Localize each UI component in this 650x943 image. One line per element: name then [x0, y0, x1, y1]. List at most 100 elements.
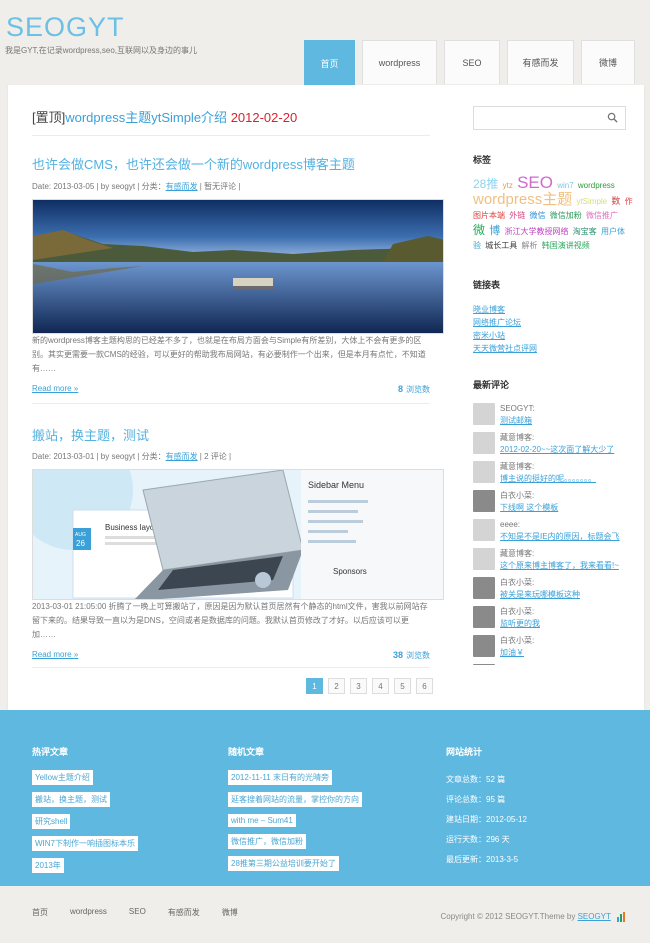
- hot-post-link[interactable]: WIN7下制作一响插图标本乐: [32, 836, 138, 851]
- page-4-button[interactable]: 4: [372, 678, 389, 694]
- footer-nav-home[interactable]: 首页: [32, 907, 48, 918]
- nav-item-home[interactable]: 首页: [304, 40, 355, 86]
- comment-body: eeee: 不知是不是IE内的原因，标题会飞: [500, 519, 620, 548]
- post-excerpt: 新的wordpress博客主题构思的已经差不多了，也就是在布局方面会与Simpl…: [32, 336, 426, 373]
- main-nav: 首页 wordpress SEO 有感而发 微博: [304, 40, 635, 86]
- post-thumbnail[interactable]: AUG 26 Business layout Sidebar Menu Spon…: [32, 469, 444, 600]
- stat-line: 最后更新：2013-3-5: [446, 855, 519, 864]
- site-logo[interactable]: SEOGYT: [6, 12, 125, 43]
- post-thumbnail[interactable]: [32, 199, 444, 334]
- stat-line: 评论总数：95 篇: [446, 795, 506, 804]
- comment-link[interactable]: 下线啊 这个模板: [500, 502, 558, 514]
- tag-link[interactable]: 外链: [509, 211, 525, 220]
- post-category-link[interactable]: 有感而发: [166, 452, 198, 461]
- random-post-link[interactable]: 延客搜着网站的流量，掌控你的方向: [228, 792, 362, 807]
- comment-item: 藏意博客: 2012-02-20~~这次面了解大少了: [473, 432, 633, 461]
- nav-item-weibo[interactable]: 微博: [581, 40, 635, 84]
- tag-link[interactable]: ytz: [503, 181, 513, 190]
- sticky-post[interactable]: [置顶]wordpress主题ytSimple介绍 2012-02-20: [32, 107, 297, 126]
- comment-link[interactable]: 被关是来玩哪模板这种: [500, 589, 580, 601]
- theme-author-link[interactable]: SEOGYT: [578, 912, 611, 921]
- tag-link[interactable]: 微信推广: [586, 211, 618, 220]
- random-post-link[interactable]: 微信推广，微信加粉: [228, 834, 306, 849]
- random-post-link[interactable]: 2012-11-11 末日有的光晴旁: [228, 770, 332, 785]
- page-1-button[interactable]: 1: [306, 678, 323, 694]
- stats-icon[interactable]: [616, 912, 626, 922]
- blogroll-link[interactable]: 天天微营社点评网: [473, 342, 537, 355]
- tag-link[interactable]: 解析: [521, 241, 537, 250]
- tag-link[interactable]: 淘宝客: [573, 227, 597, 236]
- tag-link[interactable]: 韩国演讲视频: [542, 241, 590, 250]
- comment-link[interactable]: 这个原来博主博客了，我来看看!~: [500, 560, 619, 572]
- comment-link[interactable]: 博主说的挺好的呢。。。。。。。: [500, 473, 596, 485]
- sticky-title[interactable]: wordpress主题ytSimple介绍: [65, 110, 227, 125]
- lake-landscape-image: [33, 200, 443, 333]
- comments-title: 最新评论: [473, 380, 510, 390]
- image-sponsors: Sponsors: [333, 567, 367, 576]
- footer-nav: 首页 wordpress SEO 有感而发 微博: [32, 907, 238, 918]
- post-category-link[interactable]: 有感而发: [166, 182, 198, 191]
- footer-nav-wordpress[interactable]: wordpress: [70, 907, 107, 918]
- tag-link[interactable]: win7: [557, 181, 573, 190]
- tag-link[interactable]: wordpress: [578, 181, 615, 190]
- tag-link[interactable]: 数: [611, 196, 620, 206]
- blogroll-link[interactable]: 密米小站: [473, 329, 537, 342]
- comment-link[interactable]: 2012-02-20~~这次面了解大少了: [500, 444, 614, 456]
- comment-item: SEOGYT: 测试邮箱: [473, 403, 633, 432]
- hot-post-link[interactable]: 搬站，换主题，测试: [32, 792, 110, 807]
- hot-post-link[interactable]: Yellow主题介绍: [32, 770, 93, 785]
- search-icon[interactable]: [607, 112, 618, 123]
- hot-post-link[interactable]: 2013年: [32, 858, 64, 873]
- tag-link[interactable]: 微: [473, 223, 485, 237]
- search-box: [473, 106, 626, 130]
- avatar: [473, 577, 495, 599]
- nav-item-seo[interactable]: SEO: [444, 40, 500, 84]
- tag-link[interactable]: 城长工具: [485, 241, 517, 250]
- comment-link[interactable]: 不知是不是IE内的原因，标题会飞: [500, 531, 620, 543]
- site-tagline: 我是GYT,在记录wordpress,seo,互联网以及身边的事儿: [5, 46, 198, 55]
- comment-body: 藏意博客: 这个原来博主博客了，我来看看!~: [500, 548, 619, 577]
- post-comments-link[interactable]: 2 评论: [204, 452, 227, 461]
- nav-item-feelings[interactable]: 有感而发: [507, 40, 574, 84]
- avatar: [473, 432, 495, 454]
- comment-link[interactable]: 加油￥: [500, 647, 534, 659]
- post-title[interactable]: 也许会做CMS，也许还会做一个新的wordpress博客主题: [32, 154, 355, 173]
- random-post-link[interactable]: with me – Sum41: [228, 814, 296, 827]
- comment-link[interactable]: 测试邮箱: [500, 415, 535, 427]
- nav-item-wordpress[interactable]: wordpress: [362, 40, 437, 84]
- tag-link[interactable]: 28推: [473, 177, 498, 191]
- stat-line: 建站日期：2012-05-12: [446, 815, 527, 824]
- comment-link[interactable]: 监听更的我: [500, 618, 540, 630]
- post-comments-link[interactable]: 暂无评论: [204, 182, 236, 191]
- footer-nav-weibo[interactable]: 微博: [222, 907, 238, 918]
- comment-author: 晓业:: [500, 664, 518, 665]
- hot-post-link[interactable]: 研究shell: [32, 814, 71, 829]
- footer-nav-seo[interactable]: SEO: [129, 907, 146, 918]
- site-header: SEOGYT 我是GYT,在记录wordpress,seo,互联网以及身边的事儿…: [0, 0, 650, 86]
- tag-link[interactable]: 微信加粉: [550, 211, 582, 220]
- blogroll-link[interactable]: 晓业博客: [473, 303, 537, 316]
- tag-link[interactable]: 博: [489, 225, 500, 237]
- footer-nav-feelings[interactable]: 有感而发: [168, 907, 200, 918]
- page-3-button[interactable]: 3: [350, 678, 367, 694]
- page-2-button[interactable]: 2: [328, 678, 345, 694]
- read-more-link[interactable]: Read more »: [32, 384, 78, 393]
- random-post-link[interactable]: 28推第三期公益培训要开始了: [228, 856, 339, 871]
- tag-link[interactable]: wordpress主题: [473, 191, 572, 208]
- page-5-button[interactable]: 5: [394, 678, 411, 694]
- post-title[interactable]: 搬站，换主题，测试: [32, 425, 149, 444]
- hot-posts-widget: 热评文章 Yellow主题介绍 搬站，换主题，测试 研究shell WIN7下制…: [32, 745, 138, 880]
- tag-link[interactable]: 浙江大学教授网络: [504, 227, 568, 236]
- tag-link[interactable]: SEO: [517, 173, 553, 192]
- read-more-link[interactable]: Read more »: [32, 650, 78, 659]
- tag-link[interactable]: ytSimple: [576, 197, 607, 206]
- blogroll-link[interactable]: 网络推广论坛: [473, 316, 537, 329]
- comment-author: 白衣小菜:: [500, 636, 535, 645]
- tag-link[interactable]: 微信: [529, 211, 545, 220]
- search-input[interactable]: [478, 108, 598, 128]
- comment-body: 白衣小菜: 下线啊 这个模板: [500, 490, 558, 519]
- comment-author: 藏意博客:: [500, 462, 535, 471]
- comment-author: 藏意博客:: [500, 549, 535, 558]
- page-6-button[interactable]: 6: [416, 678, 433, 694]
- copyright: Copyright © 2012 SEOGYT.Theme by SEOGYT: [440, 912, 626, 922]
